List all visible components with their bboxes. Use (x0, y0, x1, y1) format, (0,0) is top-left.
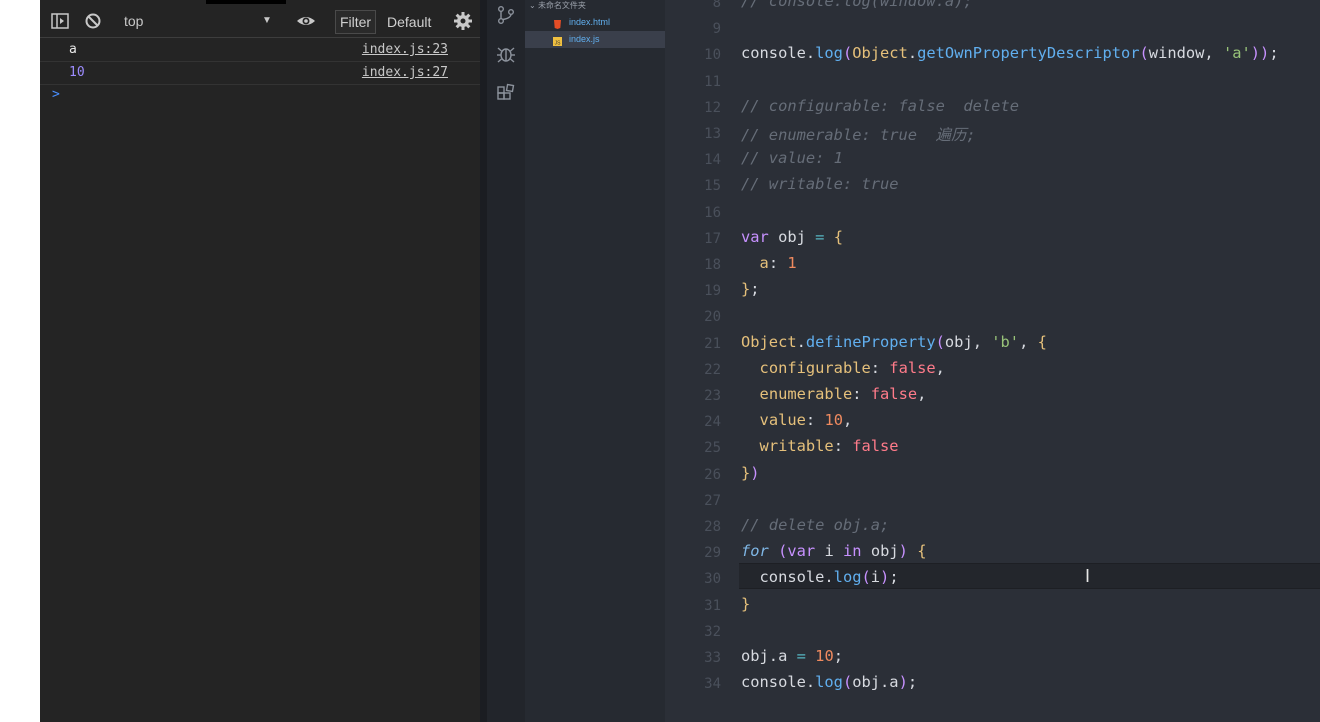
line-number: 33 (704, 650, 721, 666)
console-message-value: a (69, 42, 77, 57)
line-number: 17 (704, 230, 721, 247)
dropdown-arrow-icon[interactable]: ▼ (262, 10, 272, 32)
line-number: 20 (704, 309, 721, 326)
window-divider (480, 0, 487, 722)
line-number: 25 (704, 440, 721, 457)
sidebar-toggle-icon[interactable] (51, 10, 69, 32)
line-number: 9 (712, 21, 721, 38)
file-name: index.js (569, 34, 600, 44)
code-line[interactable]: for (var i in obj) { (741, 542, 926, 560)
extensions-icon[interactable] (495, 83, 517, 105)
line-number: 24 (704, 414, 721, 431)
vscode-window: ⌄ 未命名文件夹 index.html JS index.js 8 // cons… (487, 0, 1320, 722)
code-line[interactable]: }) (741, 464, 760, 482)
line-number: 27 (704, 492, 721, 509)
line-number: 22 (704, 361, 721, 378)
console-message: a index.js:23 (40, 39, 480, 62)
text-cursor: I (1085, 565, 1090, 587)
code-line[interactable]: enumerable: false, (741, 385, 927, 403)
activity-bar (487, 0, 525, 722)
code-line[interactable]: writable: false (741, 437, 899, 455)
code-line[interactable]: var obj = { (741, 228, 843, 246)
line-number: 29 (704, 545, 721, 562)
console-message: 10 index.js:27 (40, 62, 480, 85)
code-line[interactable]: // delete obj.a; (741, 516, 889, 534)
line-number: 8 (712, 0, 721, 11)
code-line[interactable]: a: 1 (741, 254, 797, 272)
line-number: 34 (704, 676, 721, 693)
gear-icon[interactable] (453, 10, 473, 32)
line-number: 11 (704, 73, 721, 90)
line-number: 19 (704, 283, 721, 300)
line-number: 13 (704, 126, 721, 142)
line-number: 14 (704, 152, 721, 169)
line-number: 28 (704, 519, 721, 535)
line-number: 12 (704, 99, 721, 116)
line-number: 31 (704, 597, 721, 614)
line-number: 21 (704, 335, 721, 352)
devtools-console-panel: top ▼ Filter Default a index.js:23 10 in… (40, 0, 480, 722)
code-editor[interactable]: 8 // console.log(window.a); 9 10 console.log… (665, 0, 1320, 722)
console-prompt[interactable]: > (52, 87, 60, 102)
code-line[interactable]: // writable: true (741, 175, 899, 193)
line-number: 10 (704, 47, 721, 64)
code-line[interactable]: // enumerable: true 遍历; (741, 123, 976, 145)
file-name: index.html (569, 17, 611, 27)
html-file-icon (553, 18, 562, 29)
code-line[interactable]: } (741, 595, 750, 613)
line-number: 15 (704, 178, 721, 195)
clear-console-icon[interactable] (84, 10, 102, 32)
code-line[interactable]: // console.log(window.a); (741, 0, 973, 10)
code-line[interactable]: }; (741, 280, 760, 298)
explorer-sidebar: ⌄ 未命名文件夹 index.html JS index.js (525, 0, 665, 722)
line-number: 26 (704, 466, 721, 483)
svg-text:JS: JS (555, 41, 562, 47)
code-line[interactable]: console.log(i); (741, 568, 899, 586)
code-line[interactable]: configurable: false, (741, 359, 945, 377)
console-toolbar: top ▼ Filter Default (40, 4, 480, 38)
console-messages: a index.js:23 10 index.js:27 (40, 39, 480, 85)
code-line[interactable]: console.log(Object.getOwnPropertyDescrip… (741, 44, 1279, 62)
code-line[interactable]: // value: 1 (741, 149, 843, 167)
line-number: 30 (704, 571, 721, 588)
file-item-index-html[interactable]: index.html (525, 14, 665, 31)
code-line[interactable]: Object.defineProperty(obj, 'b', { (741, 333, 1047, 351)
explorer-folder[interactable]: ⌄ 未命名文件夹 (529, 0, 586, 11)
code-line[interactable]: // configurable: false delete (741, 97, 1019, 115)
console-message-value: 10 (69, 65, 85, 80)
source-control-icon[interactable] (495, 4, 517, 26)
line-number: 32 (704, 623, 721, 640)
folder-name: 未命名文件夹 (537, 1, 586, 10)
eye-icon[interactable] (295, 10, 317, 32)
context-selector[interactable]: top (124, 10, 143, 32)
line-number: 23 (704, 388, 721, 404)
line-number: 18 (704, 257, 721, 273)
log-levels-dropdown[interactable]: Default (387, 14, 431, 30)
file-item-index-js[interactable]: JS index.js (525, 31, 665, 48)
console-message-source-link[interactable]: index.js:27 (362, 65, 448, 80)
code-line[interactable]: value: 10, (741, 411, 853, 429)
code-line[interactable]: console.log(obj.a); (741, 673, 917, 691)
debug-icon[interactable] (495, 43, 517, 65)
chevron-down-icon: ⌄ (529, 1, 538, 10)
js-file-icon: JS (553, 35, 562, 47)
line-number: 16 (704, 204, 721, 221)
filter-input[interactable]: Filter (335, 10, 376, 34)
console-message-source-link[interactable]: index.js:23 (362, 42, 448, 57)
code-line[interactable]: obj.a = 10; (741, 647, 843, 665)
